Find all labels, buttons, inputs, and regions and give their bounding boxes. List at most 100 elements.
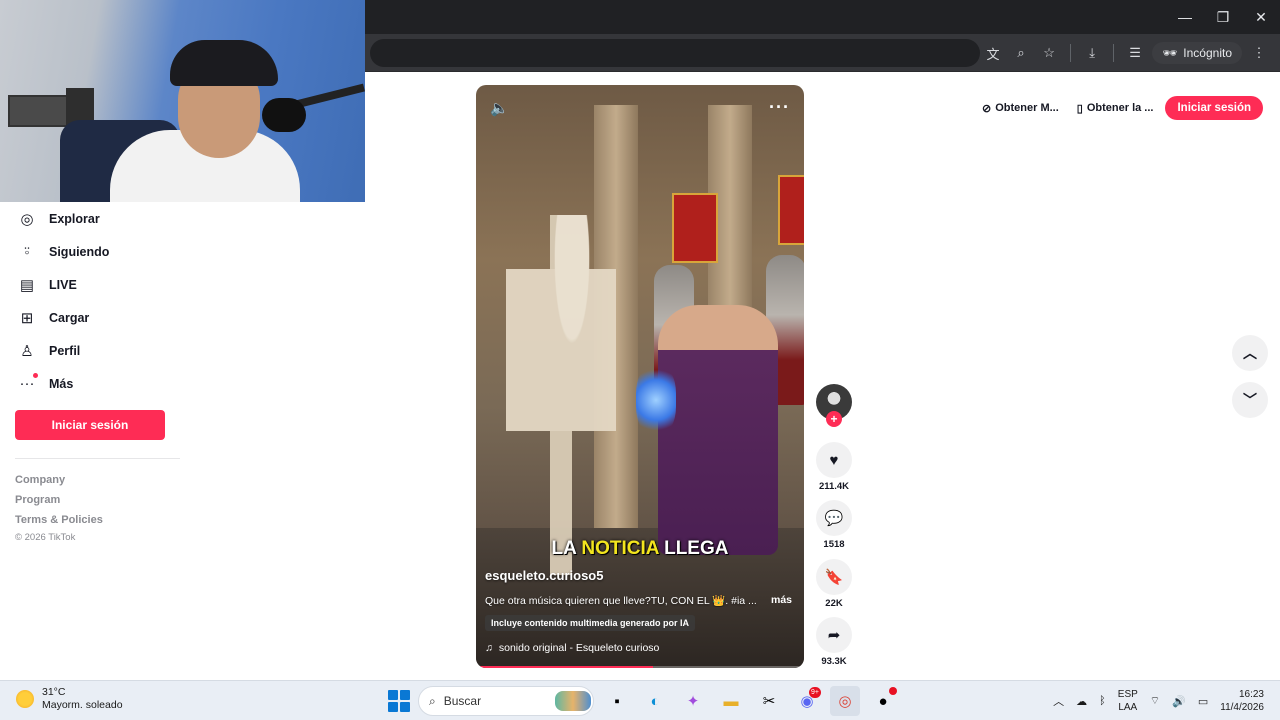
toolbar-icons: 文 ⌕ ☆ ⤓ ☰ 🕶 Incógnito ⋮ bbox=[982, 34, 1270, 72]
profile-icon: ♙ bbox=[20, 342, 34, 360]
sidebar-item-label: Siguiendo bbox=[49, 244, 110, 259]
follow-plus-icon[interactable]: + bbox=[826, 411, 842, 427]
discord-icon[interactable]: ◉ 9+ bbox=[792, 686, 822, 716]
video-actions: + ♥ 211.4K 💬 1518 🔖 22K ➦ 93.3K bbox=[816, 384, 852, 667]
search-placeholder: Buscar bbox=[443, 694, 482, 708]
like-count: 211.4K bbox=[818, 481, 850, 492]
chevron-down-icon: ﹀ bbox=[1243, 392, 1257, 408]
sidebar-item-label: Explorar bbox=[49, 211, 100, 226]
bluetooth-icon[interactable]: ᛒ bbox=[1099, 695, 1106, 707]
volume-icon[interactable]: 🔊 bbox=[1172, 695, 1186, 708]
comment-icon[interactable]: 💬 bbox=[816, 500, 852, 536]
file-explorer-small-icon[interactable]: ▪ bbox=[602, 686, 632, 716]
footer-link-terms[interactable]: Terms & Policies bbox=[15, 510, 103, 530]
video-sound[interactable]: ♫ sonido original - Esqueleto curioso bbox=[485, 642, 659, 654]
video-banner bbox=[778, 175, 804, 245]
folder-icon[interactable]: ▬ bbox=[716, 686, 746, 716]
incognito-icon: 🕶 bbox=[1162, 46, 1178, 60]
caption-text: LLEGA bbox=[658, 538, 729, 559]
sidebar-login-button[interactable]: Iniciar sesión bbox=[15, 410, 165, 440]
battery-icon[interactable]: ▭ bbox=[1198, 695, 1208, 708]
webcam-mic-arm bbox=[295, 83, 365, 109]
windows-start-icon[interactable] bbox=[388, 690, 410, 712]
live-icon: ▤ bbox=[19, 276, 35, 294]
share-action: ➦ 93.3K bbox=[816, 617, 852, 667]
sound-label: sonido original - Esqueleto curioso bbox=[498, 642, 660, 654]
tab-search-icon[interactable]: ☰ bbox=[1124, 42, 1146, 64]
search-icon: ⌕ bbox=[429, 693, 436, 708]
video-caption: LA NOTICIA LLEGA bbox=[476, 538, 804, 560]
more-options-icon[interactable]: ··· bbox=[769, 97, 790, 118]
sidebar-footer: Company Program Terms & Policies © 2026 … bbox=[15, 470, 103, 543]
webcam-microphone bbox=[262, 98, 306, 132]
next-video-button[interactable]: ﹀ bbox=[1232, 382, 1268, 418]
volume-icon[interactable]: 🔈 bbox=[490, 99, 509, 117]
bookmark-icon[interactable]: 🔖 bbox=[816, 559, 852, 595]
video-progress-bar[interactable] bbox=[476, 666, 804, 668]
language-code: ESP bbox=[1117, 689, 1138, 700]
share-count: 93.3K bbox=[821, 656, 847, 667]
obs-icon[interactable]: ● bbox=[868, 686, 898, 716]
get-app-button[interactable]: ⊘ Obtener M... bbox=[976, 94, 1065, 122]
incognito-indicator[interactable]: 🕶 Incógnito bbox=[1152, 42, 1242, 64]
chevron-up-icon[interactable]: ︿ bbox=[1053, 693, 1064, 709]
comment-action: 💬 1518 bbox=[816, 500, 852, 550]
download-icon[interactable]: ⤓ bbox=[1081, 42, 1103, 64]
previous-video-button[interactable]: ︿ bbox=[1232, 335, 1268, 371]
incognito-label: Incógnito bbox=[1183, 46, 1232, 60]
restore-icon[interactable]: ❐ bbox=[1204, 0, 1242, 34]
address-bar[interactable] bbox=[370, 39, 980, 67]
save-count: 22K bbox=[825, 598, 843, 609]
video-author[interactable]: esqueleto.curioso5 bbox=[485, 568, 603, 583]
like-action: ♥ 211.4K bbox=[816, 442, 852, 492]
video-emperor bbox=[658, 305, 778, 555]
following-icon: ⍤ bbox=[22, 243, 32, 260]
cloud-icon[interactable]: ☁ bbox=[1076, 695, 1087, 708]
top-actions: ⊘ Obtener M... ▯ Obtener la ... Iniciar … bbox=[976, 94, 1263, 122]
sidebar-item-perfil[interactable]: ♙ Perfil bbox=[0, 334, 180, 367]
minimize-icon[interactable]: — bbox=[1166, 0, 1204, 34]
header-login-button[interactable]: Iniciar sesión bbox=[1165, 96, 1263, 120]
time: 16:23 bbox=[1238, 689, 1264, 700]
star-icon[interactable]: ☆ bbox=[1038, 42, 1060, 64]
weather-description: Mayorm. soleado bbox=[42, 699, 123, 711]
clock[interactable]: 16:23 11/4/2026 bbox=[1220, 688, 1264, 714]
zoom-icon[interactable]: ⌕ bbox=[1010, 42, 1032, 64]
description-more-link[interactable]: más bbox=[771, 594, 792, 606]
sidebar-item-live[interactable]: ▤ LIVE bbox=[0, 268, 180, 301]
sidebar-item-cargar[interactable]: ⊞ Cargar bbox=[0, 301, 180, 334]
footer-link-company[interactable]: Company bbox=[15, 470, 103, 490]
wifi-icon[interactable]: ⌔ bbox=[1150, 694, 1160, 708]
weather-widget[interactable]: 31°C Mayorm. soleado bbox=[16, 686, 123, 712]
comment-count: 1518 bbox=[823, 539, 845, 550]
get-mobile-app-button[interactable]: ▯ Obtener la ... bbox=[1071, 94, 1160, 122]
video-glowing-orb bbox=[636, 365, 676, 435]
toolbar-divider bbox=[1113, 44, 1115, 62]
video-player[interactable]: 🔈 ··· LA NOTICIA LLEGA esqueleto.curioso… bbox=[476, 85, 804, 668]
copilot-icon[interactable]: ✦ bbox=[678, 686, 708, 716]
get-mobile-app-label: Obtener la ... bbox=[1086, 102, 1154, 114]
author-avatar[interactable]: + bbox=[816, 384, 852, 427]
notification-dot bbox=[33, 372, 38, 378]
capcut-icon[interactable]: ✂ bbox=[754, 686, 784, 716]
temperature: 31°C bbox=[42, 686, 66, 698]
heart-icon[interactable]: ♥ bbox=[816, 442, 852, 478]
language-indicator[interactable]: ESP LAA bbox=[1118, 688, 1138, 714]
date: 11/4/2026 bbox=[1220, 702, 1264, 713]
share-icon[interactable]: ➦ bbox=[816, 617, 852, 653]
system-tray: ︿ ☁ ᛒ ESP LAA ⌔ 🔊 ▭ 16:23 11/4/2026 bbox=[1053, 685, 1264, 717]
sidebar-item-explorar[interactable]: ◎ Explorar bbox=[0, 202, 180, 235]
save-action: 🔖 22K bbox=[816, 559, 852, 609]
sidebar-item-mas[interactable]: ··· Más bbox=[0, 367, 180, 400]
edge-icon[interactable]: ◐ bbox=[640, 686, 670, 716]
translate-icon[interactable]: 文 bbox=[982, 42, 1004, 64]
footer-link-program[interactable]: Program bbox=[15, 490, 103, 510]
caption-text: LA bbox=[551, 538, 582, 559]
sidebar-item-siguiendo[interactable]: ⍤ Siguiendo bbox=[0, 235, 180, 268]
chrome-icon[interactable]: ◎ bbox=[830, 686, 860, 716]
webcam-overlay bbox=[0, 0, 365, 202]
kebab-menu-icon[interactable]: ⋮ bbox=[1248, 42, 1270, 64]
sidebar-item-label: Cargar bbox=[49, 310, 90, 325]
close-icon[interactable]: ✕ bbox=[1242, 0, 1280, 34]
taskbar-search[interactable]: ⌕ Buscar bbox=[418, 686, 594, 716]
